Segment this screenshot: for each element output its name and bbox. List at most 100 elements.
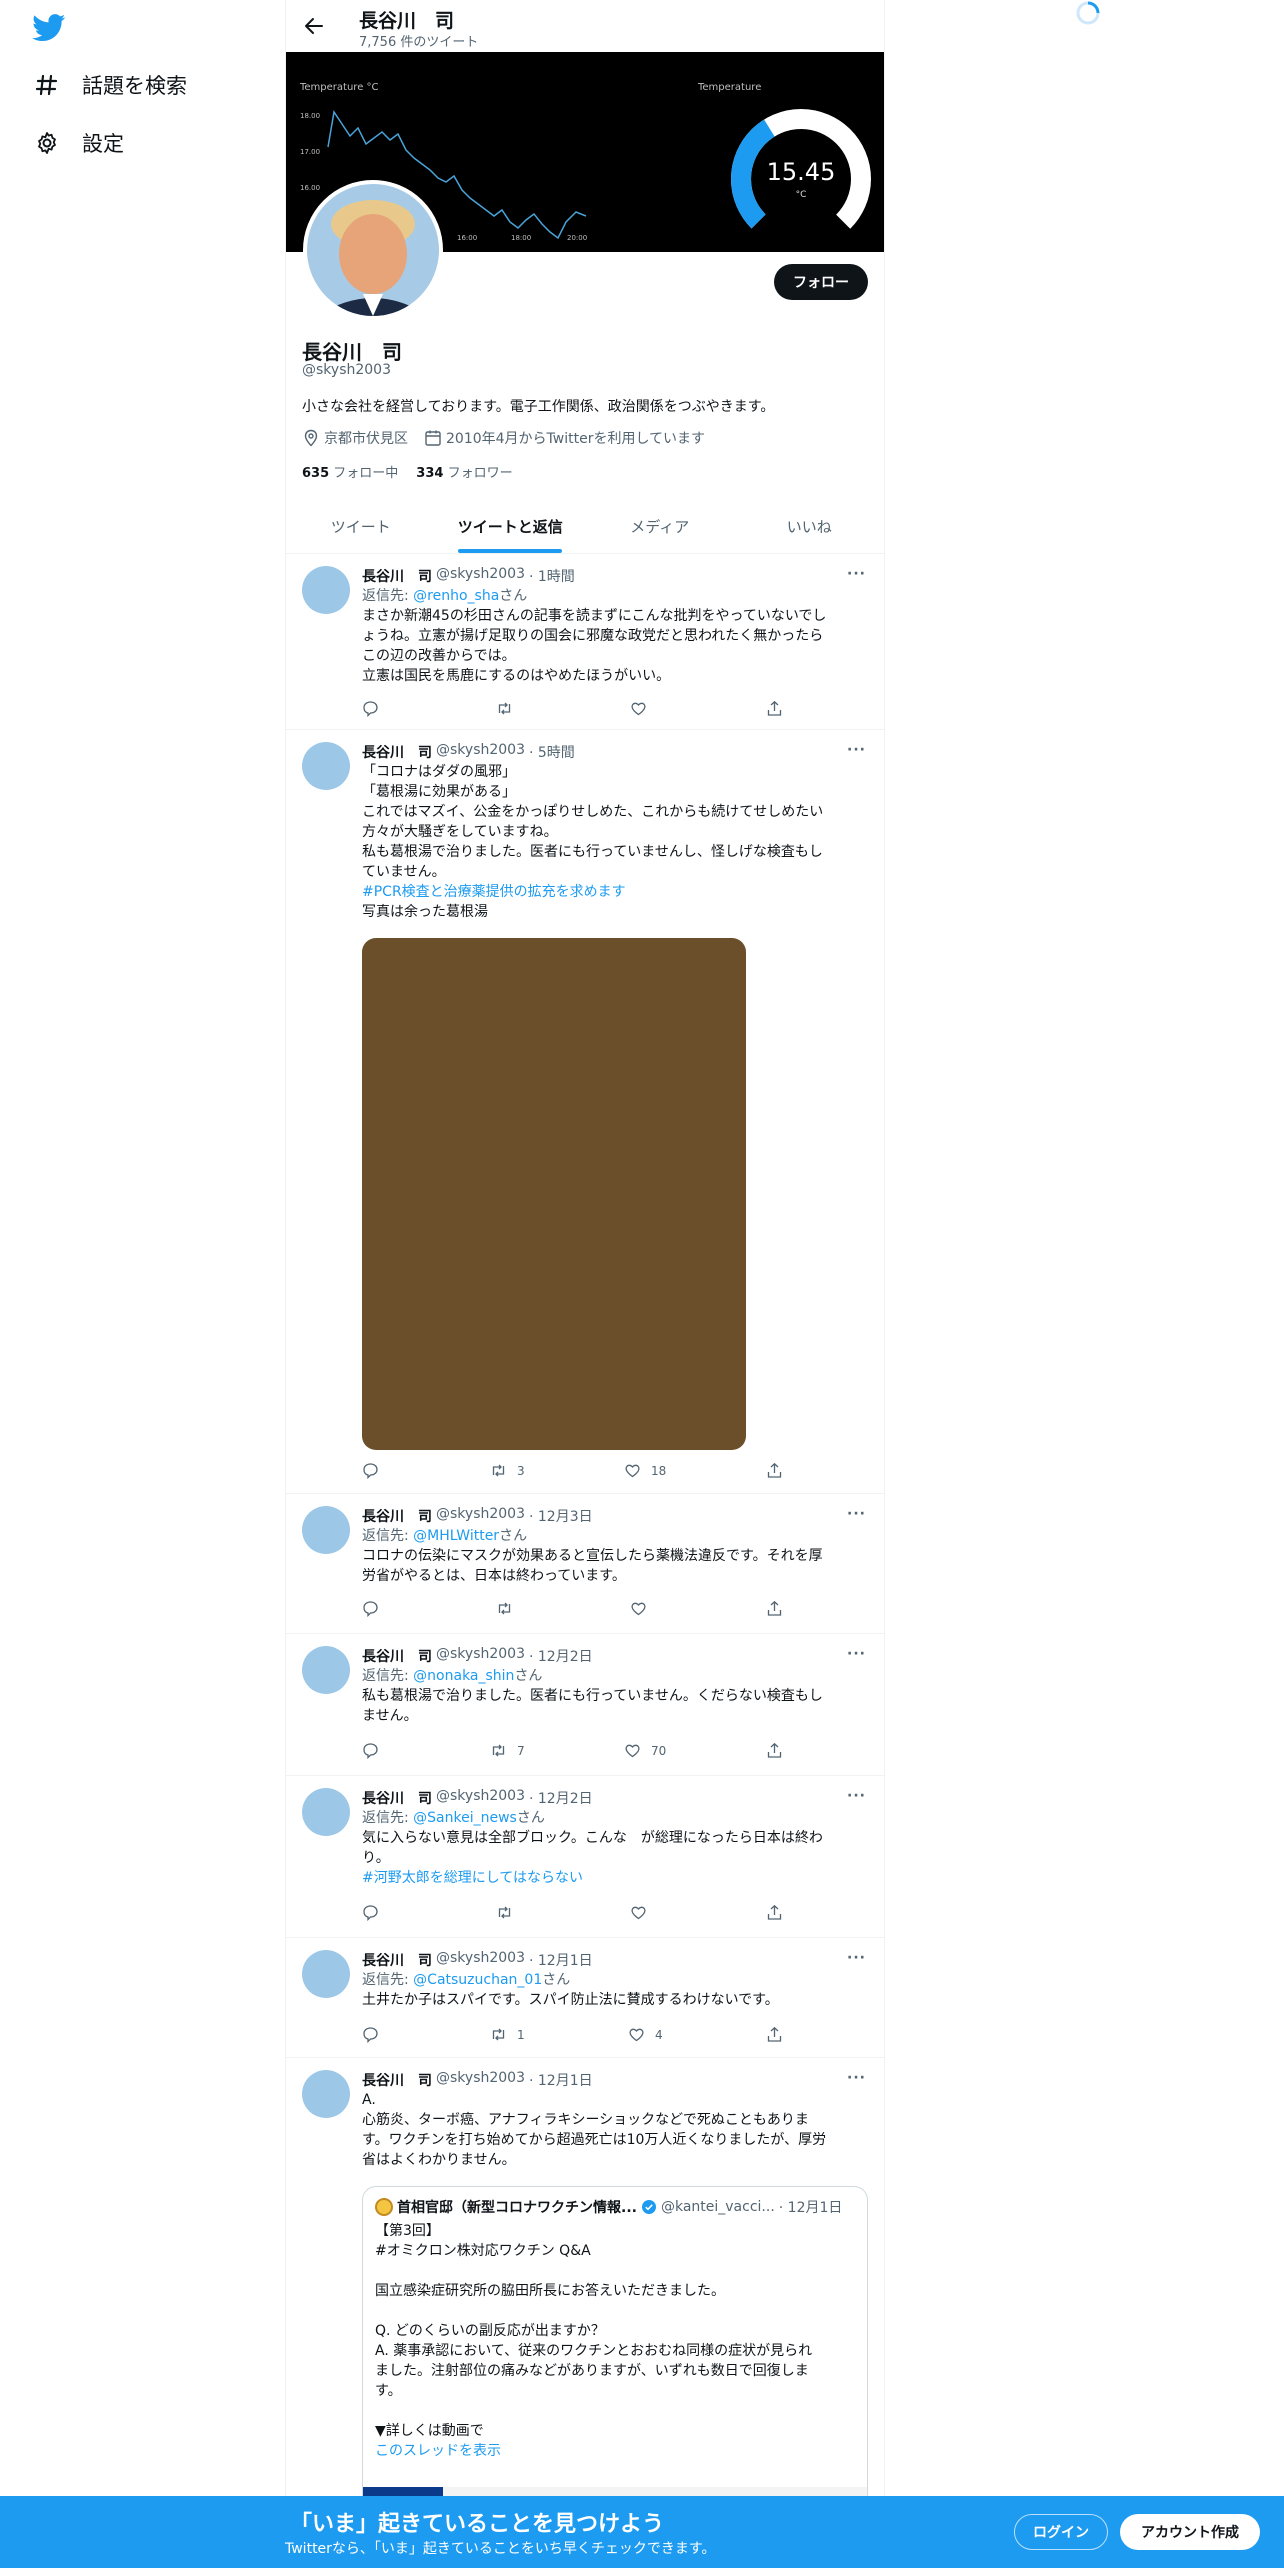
reply-button[interactable] <box>362 1904 379 1921</box>
tab-media[interactable]: メディア <box>585 500 735 553</box>
reply-button[interactable] <box>362 700 379 717</box>
reply-to-link[interactable]: @MHLWitter <box>413 1528 499 1544</box>
create-account-button[interactable]: アカウント作成 <box>1120 2514 1260 2550</box>
retweet-button[interactable]: 3 <box>490 1462 525 1479</box>
reply-button[interactable] <box>362 2026 379 2043</box>
tweet[interactable]: 長谷川 司 @skysh2003 · 5時間 ··· 「コロナはダダの風邪」 「… <box>286 730 884 1494</box>
more-icon[interactable]: ··· <box>847 566 866 582</box>
tweet-author-name[interactable]: 長谷川 司 <box>362 1506 432 1526</box>
tweet-author-name[interactable]: 長谷川 司 <box>362 1646 432 1666</box>
tab-likes[interactable]: いいね <box>735 500 885 553</box>
tweet[interactable]: 長谷川 司 @skysh2003 · 12月1日 ··· A. 心筋炎、ターボ癌… <box>286 2058 884 2568</box>
following-link[interactable]: 635 フォロー中 <box>302 462 398 481</box>
like-button[interactable] <box>630 1600 657 1617</box>
tweet-avatar[interactable] <box>302 1788 350 1836</box>
back-arrow-icon[interactable] <box>302 14 326 38</box>
tweet-body: 返信先: @nonaka_shinさん 私も葛根湯で治りました。医者にも行ってい… <box>362 1666 868 1726</box>
tweet-time[interactable]: · 12月3日 <box>529 1506 593 1526</box>
followers-link[interactable]: 334 フォロワー <box>416 462 512 481</box>
tweet-author-name[interactable]: 長谷川 司 <box>362 742 432 762</box>
tweet[interactable]: 長谷川 司 @skysh2003 · 1時間 ··· 返信先: @renho_s… <box>286 554 884 730</box>
nav-settings[interactable]: 設定 <box>34 128 124 158</box>
retweet-button[interactable] <box>496 1600 523 1617</box>
tab-tweets[interactable]: ツイート <box>286 500 436 553</box>
reply-suffix: さん <box>542 1972 571 1988</box>
retweet-button[interactable]: 1 <box>490 2026 525 2043</box>
tweet-avatar[interactable] <box>302 1646 350 1694</box>
tweet-time[interactable]: · 5時間 <box>529 742 575 762</box>
profile-avatar[interactable] <box>303 180 443 320</box>
reply-icon <box>363 1905 378 1921</box>
more-icon[interactable]: ··· <box>847 1506 866 1522</box>
tweet-avatar[interactable] <box>302 1950 350 1998</box>
quoted-text-line <box>375 2261 859 2281</box>
reply-button[interactable] <box>362 1600 379 1617</box>
tweet-text-line: 私も葛根湯で治りました。医者にも行っていませんし、怪しげな検査もし <box>362 844 823 860</box>
heart-icon <box>631 1602 646 1616</box>
tweet-avatar[interactable] <box>302 2070 350 2118</box>
retweet-button[interactable] <box>496 700 523 717</box>
tweet-author-name[interactable]: 長谷川 司 <box>362 2070 432 2090</box>
login-button[interactable]: ログイン <box>1014 2514 1108 2550</box>
tweet-time[interactable]: · 1時間 <box>529 566 575 586</box>
tweet-text-line: 写真は余った葛根湯 <box>362 904 488 920</box>
quoted-text-line: ▼詳しくは動画で <box>375 2423 484 2439</box>
nav-settings-label: 設定 <box>82 132 124 156</box>
retweet-button[interactable] <box>496 1904 523 1921</box>
kantei-logo-icon <box>375 2198 393 2216</box>
like-button[interactable]: 18 <box>624 1462 666 1479</box>
following-label: フォロー中 <box>333 466 399 481</box>
tweet-time[interactable]: · 12月1日 <box>529 2070 593 2090</box>
tweet-actions <box>362 700 842 720</box>
tweet-time[interactable]: · 12月2日 <box>529 1646 593 1666</box>
more-icon[interactable]: ··· <box>847 1788 866 1804</box>
tweet-time[interactable]: · 12月1日 <box>529 1950 593 1970</box>
tweet[interactable]: 長谷川 司 @skysh2003 · 12月1日 ··· 返信先: @Catsu… <box>286 1938 884 2058</box>
tweet-avatar[interactable] <box>302 566 350 614</box>
tweet-author-handle: @skysh2003 <box>436 1788 525 1804</box>
tweet-header: 長谷川 司 @skysh2003 · 12月2日 <box>362 1646 593 1666</box>
hashtag-link[interactable]: #河野太郎を総理にしてはならない <box>362 1868 868 1888</box>
more-icon[interactable]: ··· <box>847 1646 866 1662</box>
more-icon[interactable]: ··· <box>847 742 866 758</box>
tweet[interactable]: 長谷川 司 @skysh2003 · 12月2日 ··· 返信先: @nonak… <box>286 1634 884 1776</box>
reply-to-link[interactable]: @nonaka_shin <box>413 1668 514 1684</box>
share-button[interactable] <box>766 1600 783 1617</box>
more-icon[interactable]: ··· <box>847 1950 866 1966</box>
tweet[interactable]: 長谷川 司 @skysh2003 · 12月3日 ··· 返信先: @MHLWi… <box>286 1494 884 1634</box>
like-button[interactable]: 4 <box>628 2026 663 2043</box>
tweet-author-name[interactable]: 長谷川 司 <box>362 1950 432 1970</box>
tweet-avatar[interactable] <box>302 742 350 790</box>
reply-to-line: 返信先: @Sankei_newsさん <box>362 1808 868 1828</box>
follow-button[interactable]: フォロー <box>774 264 868 300</box>
hashtag-link[interactable]: #PCR検査と治療薬提供の拡充を求めます <box>362 882 868 902</box>
share-button[interactable] <box>766 1904 783 1921</box>
tweet[interactable]: 長谷川 司 @skysh2003 · 12月2日 ··· 返信先: @Sanke… <box>286 1776 884 1938</box>
tweet-avatar[interactable] <box>302 1506 350 1554</box>
share-button[interactable] <box>766 1742 783 1759</box>
reply-to-link[interactable]: @Catsuzuchan_01 <box>413 1972 542 1988</box>
tweet-time[interactable]: · 12月2日 <box>529 1788 593 1808</box>
show-thread-link[interactable]: このスレッドを表示 <box>375 2441 859 2461</box>
reply-button[interactable] <box>362 1742 379 1759</box>
retweet-button[interactable]: 7 <box>490 1742 525 1759</box>
share-button[interactable] <box>766 1462 783 1479</box>
tab-tweets-and-replies[interactable]: ツイートと返信 <box>436 500 586 553</box>
share-button[interactable] <box>766 700 783 717</box>
gauge-value: 15.45 <box>766 158 836 186</box>
header-tweet-count: 7,756 件のツイート <box>359 35 479 50</box>
like-button[interactable]: 70 <box>624 1742 666 1759</box>
like-button[interactable] <box>630 700 657 717</box>
reply-to-link[interactable]: @renho_sha <box>413 588 499 604</box>
twitter-bird-icon[interactable] <box>32 14 66 42</box>
nav-explore[interactable]: 話題を検索 <box>34 70 187 100</box>
tweet-author-name[interactable]: 長谷川 司 <box>362 566 432 586</box>
tweet-photo[interactable] <box>362 938 746 1450</box>
reply-to-link[interactable]: @Sankei_news <box>413 1810 517 1826</box>
tweet-actions: 7 70 <box>362 1742 842 1762</box>
reply-button[interactable] <box>362 1462 379 1479</box>
more-icon[interactable]: ··· <box>847 2070 866 2086</box>
tweet-author-name[interactable]: 長谷川 司 <box>362 1788 432 1808</box>
share-button[interactable] <box>766 2026 783 2043</box>
like-button[interactable] <box>630 1904 657 1921</box>
